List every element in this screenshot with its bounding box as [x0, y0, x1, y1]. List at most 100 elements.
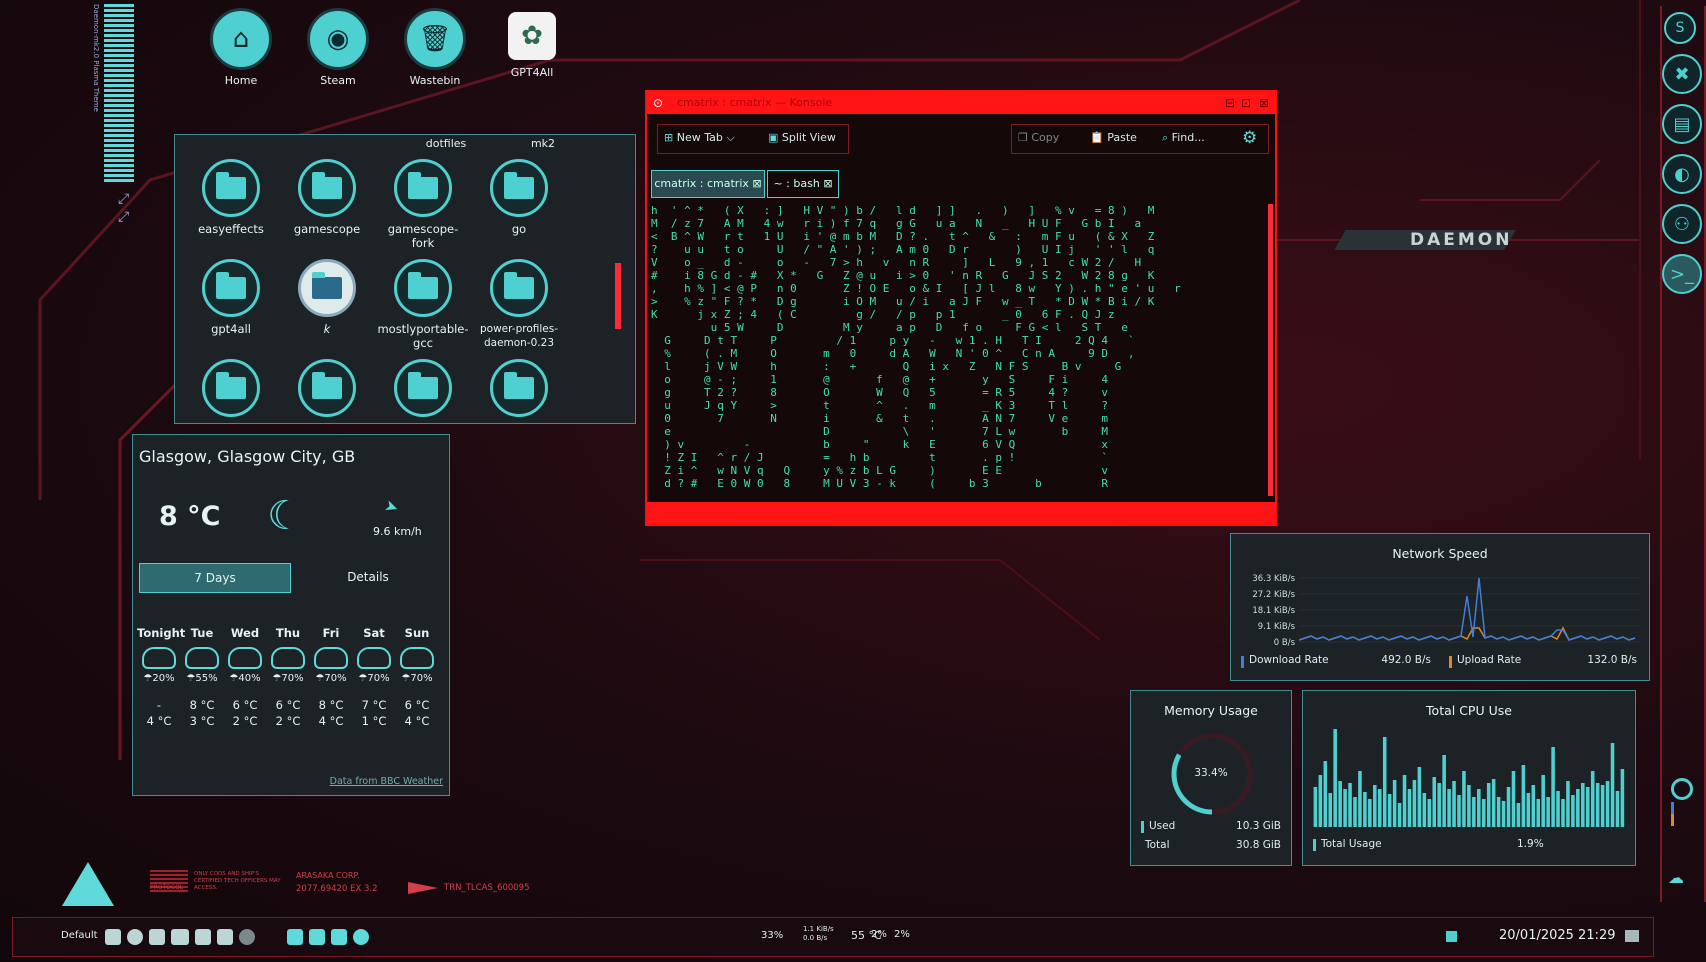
tray-app-icon[interactable] — [287, 929, 303, 945]
terminal-output[interactable]: h ' ^ * ( X : ] H V " ) b / l d ] ] . ) … — [651, 204, 1261, 496]
network-icon[interactable]: ⚇ — [1662, 204, 1702, 244]
folder-go[interactable]: go — [473, 159, 565, 236]
memory-percent: 33.4% — [1194, 767, 1228, 779]
folder-mostlyportable-gcc[interactable]: mostlyportable-gcc — [377, 259, 469, 350]
folder-item[interactable] — [377, 359, 469, 422]
current-temp: 8 °C — [159, 501, 221, 532]
desktop-icon-steam[interactable]: ◉ Steam — [298, 8, 378, 87]
minimize-icon[interactable]: ⊟ — [1225, 92, 1235, 114]
clock[interactable]: 20/01/2025 21:29 — [1499, 928, 1616, 943]
folder-icon — [490, 259, 548, 317]
terminal-icon[interactable]: >_ — [1662, 254, 1702, 294]
cpu-bar — [1397, 803, 1402, 827]
total-label: Total — [1145, 839, 1170, 851]
cpu-bar — [1590, 771, 1595, 827]
upload-label: Upload Rate — [1457, 654, 1522, 666]
tab-cmatrix[interactable]: cmatrix : cmatrix ⊠ — [651, 170, 765, 198]
high-temp: 6 °C — [232, 698, 258, 712]
cpu-bar — [1462, 771, 1466, 827]
usage-2[interactable]: 2% — [894, 929, 910, 940]
transfer-icon[interactable] — [331, 929, 347, 945]
tools-icon[interactable]: ✖ — [1662, 54, 1702, 94]
toolbar-left: ⊞ New Tab ⌵ ▣ Split View — [657, 124, 849, 154]
cpu-swatch — [1313, 839, 1316, 851]
konsole-titlebar[interactable]: cmatrix : cmatrix — Konsole ⊙ ⊟ ⊡ ⊠ — [647, 92, 1275, 114]
trash-icon: 🗑 — [404, 8, 466, 70]
tab-bash[interactable]: ~ : bash ⊠ — [767, 170, 839, 198]
firefox-icon[interactable]: ◐ — [1662, 154, 1702, 194]
ckb-icon[interactable] — [171, 929, 189, 945]
new-tab-button[interactable]: ⊞ New Tab ⌵ — [664, 131, 735, 145]
download-value: 492.0 B/s — [1381, 654, 1431, 666]
cpu-bar — [1318, 775, 1323, 827]
forecast-day: Tonight ☂20% - 4 °C — [137, 625, 185, 729]
folder-item[interactable] — [281, 359, 373, 422]
toolbar-right: ❐ Copy 📋 Paste ⌕ Find... ⚙ — [1011, 124, 1269, 154]
s-icon[interactable]: S — [1664, 12, 1696, 44]
folder-icon — [394, 259, 452, 317]
weather-tray-icon[interactable]: ☁ — [1668, 868, 1684, 887]
tab-details[interactable]: Details — [293, 563, 443, 591]
trn-code: TRN_TLCAS_600095 — [444, 883, 530, 893]
terminal-scrollbar[interactable] — [1268, 204, 1273, 496]
close-tab-icon[interactable]: ⊠ — [823, 177, 832, 190]
folder-k[interactable]: k — [281, 259, 373, 336]
copy-icon: ❐ — [1018, 131, 1028, 144]
window-menu-icon[interactable]: ⊙ — [653, 92, 663, 114]
drive-icon[interactable]: ▤ — [1662, 104, 1702, 144]
cpu-bar — [1486, 783, 1491, 827]
split-view-button[interactable]: ▣ Split View — [768, 131, 836, 144]
folder-gamescope[interactable]: gamescope — [281, 159, 373, 236]
clipboard-icon[interactable] — [195, 929, 211, 945]
scrollbar-thumb[interactable] — [615, 263, 621, 329]
keyboard-layout[interactable]: Default — [61, 930, 98, 941]
paste-button[interactable]: 📋 Paste — [1090, 131, 1137, 144]
used-value: 10.3 GiB — [1236, 820, 1281, 832]
net-speed[interactable]: 1.1 KiB/s 0.0 B/s — [803, 925, 834, 943]
cpu-bar — [1605, 781, 1610, 827]
rain-cloud-icon — [185, 647, 219, 669]
cpu-bar — [1432, 777, 1437, 827]
folder-item[interactable] — [185, 359, 277, 422]
precip: ☂40% — [229, 673, 261, 684]
expand-icon[interactable]: ⤢ ⤢ — [118, 190, 129, 226]
folder-easyeffects[interactable]: easyeffects — [185, 159, 277, 236]
desktop-icon-wastebin[interactable]: 🗑 Wastebin — [395, 8, 475, 87]
folder-gamescope-fork[interactable]: gamescope-fork — [377, 159, 469, 250]
find-button[interactable]: ⌕ Find... — [1162, 131, 1205, 145]
mute-icon[interactable] — [105, 929, 121, 945]
show-desktop-icon[interactable] — [1625, 930, 1639, 942]
desktop-icon-gpt4all[interactable]: ✿ GPT4All — [492, 8, 572, 79]
rain-cloud-icon — [357, 647, 391, 669]
network-series-line — [1299, 577, 1636, 641]
keyboard-icon[interactable] — [217, 929, 233, 945]
steam-tray-icon[interactable] — [127, 929, 143, 945]
folder-gpt4all[interactable]: gpt4all — [185, 259, 277, 336]
folder-item[interactable] — [473, 359, 565, 422]
network-tick-label: 27.2 KiB/s — [1252, 590, 1295, 600]
desktop-icon-home[interactable]: ⌂ Home — [201, 8, 281, 87]
window-title: cmatrix : cmatrix — Konsole — [677, 96, 833, 109]
status-square-icon[interactable] — [1446, 931, 1457, 942]
weather-widget: Glasgow, Glasgow City, GB 8 °C ☾ ➤ 9.6 k… — [132, 434, 450, 796]
gear-icon[interactable]: ⚙ — [1242, 128, 1257, 148]
folder-icon — [298, 159, 356, 217]
storage-icon[interactable] — [309, 929, 325, 945]
usage-1[interactable]: 2% — [871, 929, 887, 940]
cpu-load[interactable]: 33% — [761, 930, 783, 941]
tab-7-days[interactable]: 7 Days — [139, 563, 291, 593]
close-icon[interactable]: ⊠ — [1259, 92, 1269, 114]
forecast-day: Sat ☂70% 7 °C 1 °C — [352, 625, 396, 729]
update-icon[interactable] — [353, 929, 369, 945]
copy-button[interactable]: ❐ Copy — [1018, 131, 1059, 144]
display-icon[interactable] — [149, 929, 165, 945]
folder-power-profiles[interactable]: power-profiles-daemon-0.23 — [473, 259, 565, 350]
maximize-icon[interactable]: ⊡ — [1241, 92, 1251, 114]
circle-indicator-icon[interactable] — [1671, 778, 1693, 800]
close-tab-icon[interactable]: ⊠ — [752, 177, 761, 190]
weather-source-link[interactable]: Data from BBC Weather — [330, 776, 443, 787]
brightness-icon[interactable] — [239, 929, 255, 945]
high-temp: 8 °C — [189, 698, 215, 712]
high-temp: 6 °C — [275, 698, 301, 712]
folder-view-panel: dotfiles mk2 easyeffects gamescope games… — [174, 134, 636, 424]
